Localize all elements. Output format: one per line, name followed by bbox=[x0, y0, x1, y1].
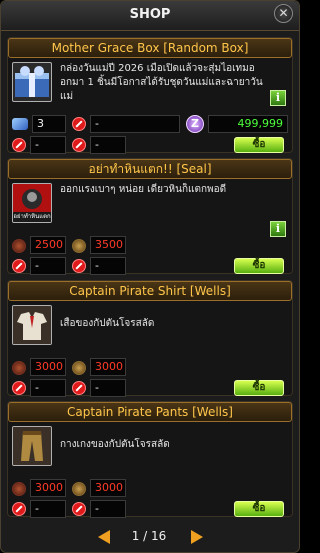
item-title: Mother Grace Box [Random Box] bbox=[8, 38, 292, 58]
skull-coin-icon bbox=[12, 361, 26, 375]
item-price-b-value: 3000 bbox=[90, 358, 126, 376]
item-price-b-value: 3500 bbox=[90, 236, 126, 254]
item-cost-a-value: - bbox=[30, 379, 66, 397]
buy-button[interactable]: ซื้อ bbox=[234, 501, 284, 517]
next-page-icon[interactable] bbox=[191, 530, 203, 544]
no-sign-icon bbox=[12, 259, 26, 273]
no-sign-icon bbox=[72, 138, 86, 152]
item-price-a-value: 2500 bbox=[30, 236, 66, 254]
item-limit-value: - bbox=[90, 115, 180, 133]
item-description: กล่องวันแม่ปี 2026 เมื่อเปิดแล้วจะสุ่มไอ… bbox=[60, 63, 263, 102]
z-coin-icon: Z bbox=[186, 115, 204, 133]
shop-window: SHOP ✕ Mother Grace Box [Random Box] กล่… bbox=[0, 0, 300, 553]
item-description: เสื้อของกัปตันโจรสลัด bbox=[60, 318, 155, 329]
pirate-shirt-icon[interactable] bbox=[12, 305, 52, 345]
item-cost-b-value: - bbox=[90, 379, 126, 397]
item-title: Captain Pirate Shirt [Wells] bbox=[8, 281, 292, 301]
page-indicator: 1 / 16 bbox=[131, 529, 167, 543]
pagination: 1 / 16 bbox=[1, 525, 299, 549]
item-cost-a-value: - bbox=[30, 500, 66, 518]
close-icon: ✕ bbox=[278, 6, 289, 20]
no-sign-icon bbox=[12, 138, 26, 152]
previous-page-icon[interactable] bbox=[98, 530, 110, 544]
gold-coin-icon bbox=[72, 239, 86, 253]
item-title: อย่าทำหินแตก!! [Seal] bbox=[8, 159, 292, 179]
item-stock-value: 3 bbox=[32, 115, 66, 133]
item-cost-b-value: - bbox=[90, 500, 126, 518]
buy-button[interactable]: ซื้อ bbox=[234, 380, 284, 396]
gold-coin-icon bbox=[72, 482, 86, 496]
title-bar[interactable]: SHOP ✕ bbox=[1, 1, 299, 31]
no-sign-icon bbox=[72, 502, 86, 516]
no-sign-icon bbox=[12, 381, 26, 395]
shop-item-pirate-shirt: Captain Pirate Shirt [Wells] เสื้อของกัป… bbox=[7, 280, 293, 397]
info-icon: i bbox=[275, 222, 281, 235]
skull-coin-icon bbox=[12, 239, 26, 253]
item-cost-b-value: - bbox=[90, 257, 126, 275]
info-button[interactable]: i bbox=[270, 90, 286, 106]
gift-box-icon[interactable] bbox=[12, 62, 52, 102]
item-cost-b-value: - bbox=[90, 136, 126, 154]
shop-item-mother-grace-box: Mother Grace Box [Random Box] กล่องวันแม… bbox=[7, 37, 293, 154]
item-price-b-value: 3000 bbox=[90, 479, 126, 497]
seal-stone-icon[interactable]: อย่าทำหินแตก bbox=[12, 183, 52, 223]
no-sign-icon bbox=[72, 259, 86, 273]
no-sign-icon bbox=[12, 502, 26, 516]
no-sign-icon bbox=[72, 117, 86, 131]
item-cost-a-value: - bbox=[30, 136, 66, 154]
info-button[interactable]: i bbox=[270, 221, 286, 237]
item-description: กางเกงของกัปตันโจรสลัด bbox=[60, 439, 170, 450]
skull-coin-icon bbox=[12, 482, 26, 496]
item-price-a-value: 3000 bbox=[30, 479, 66, 497]
shop-item-seal: อย่าทำหินแตก!! [Seal] อย่าทำหินแตก ออกแร… bbox=[7, 158, 293, 275]
gold-coin-icon bbox=[72, 361, 86, 375]
item-price-a-value: 3000 bbox=[30, 358, 66, 376]
buy-button[interactable]: ซื้อ bbox=[234, 258, 284, 274]
shop-item-pirate-pants: Captain Pirate Pants [Wells] กางเกงของกั… bbox=[7, 401, 293, 518]
gem-icon bbox=[12, 118, 28, 130]
seal-caption: อย่าทำหินแตก bbox=[13, 213, 51, 220]
window-title: SHOP bbox=[129, 7, 171, 22]
no-sign-icon bbox=[72, 381, 86, 395]
buy-button[interactable]: ซื้อ bbox=[234, 137, 284, 153]
item-description: ออกแรงเบาๆ หน่อย เดี๋ยวหินก็แตกพอดี bbox=[60, 184, 227, 195]
info-icon: i bbox=[275, 91, 281, 104]
pirate-pants-icon[interactable] bbox=[12, 426, 52, 466]
item-price-value: 499,999 bbox=[208, 115, 288, 133]
item-cost-a-value: - bbox=[30, 257, 66, 275]
close-button[interactable]: ✕ bbox=[274, 4, 293, 23]
item-title: Captain Pirate Pants [Wells] bbox=[8, 402, 292, 422]
